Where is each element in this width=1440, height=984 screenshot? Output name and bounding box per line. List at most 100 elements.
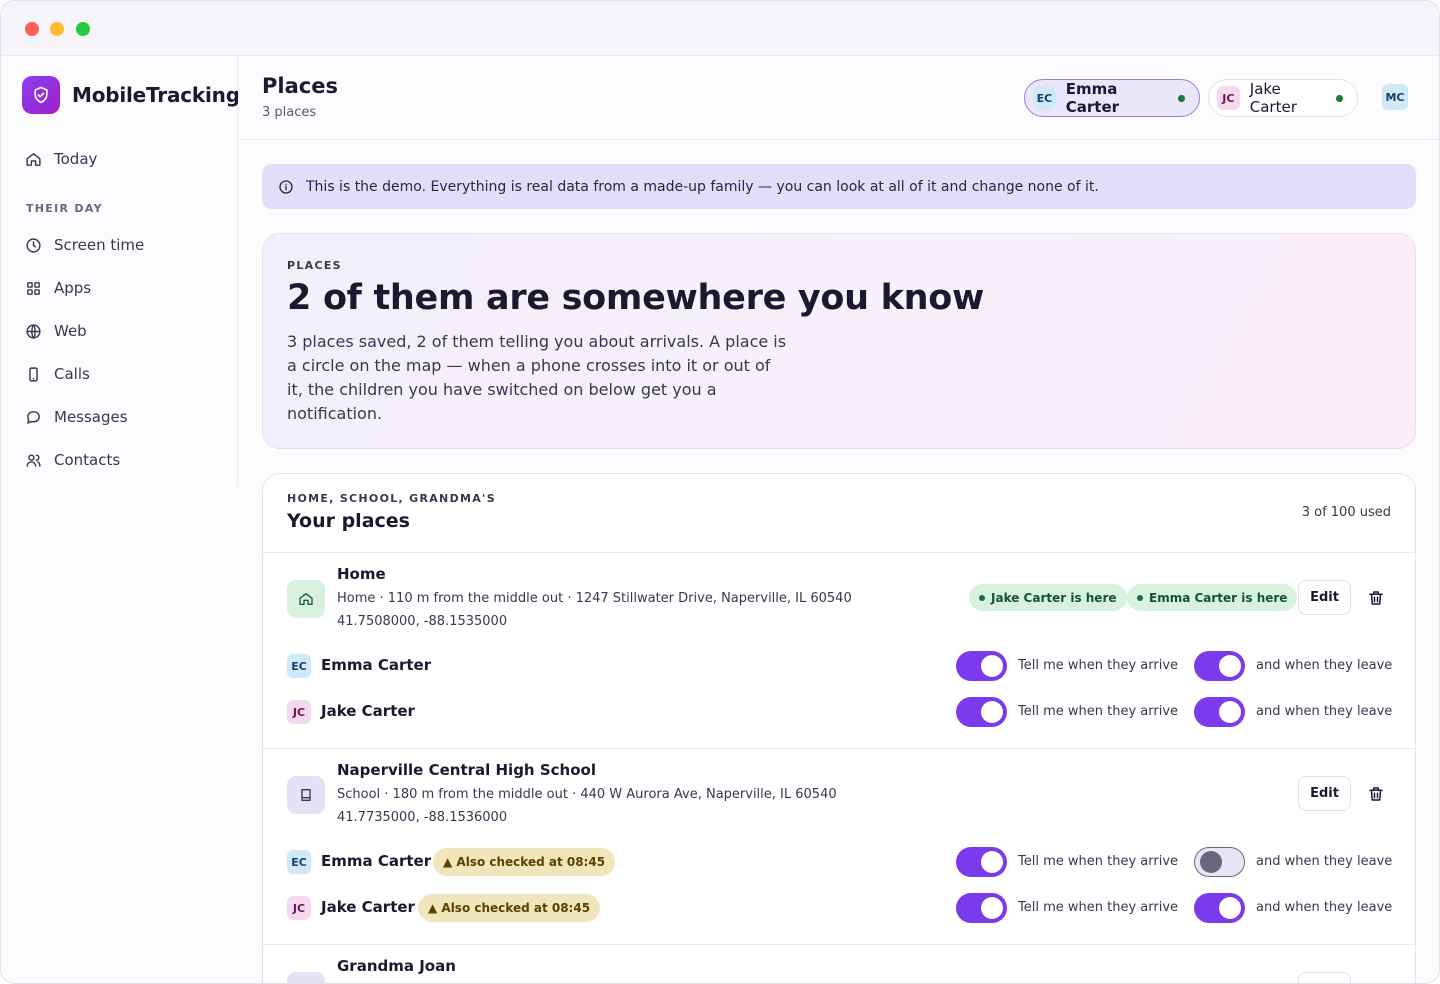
child-row: EC Emma Carter ▲ Also checked at 08:45 T… xyxy=(287,846,1393,878)
arrive-toggle[interactable] xyxy=(956,697,1007,727)
phone-icon xyxy=(29,366,38,382)
leave-toggle[interactable] xyxy=(1194,651,1245,681)
home-icon xyxy=(26,152,41,166)
sidebar: MobileTracking Today THEIR DAY Screen ti… xyxy=(1,56,240,486)
sidebar-item-label: Apps xyxy=(54,279,92,297)
sidebar-item-label: Calls xyxy=(54,365,90,383)
place-home: Home Home · 110 m from the middle out · … xyxy=(263,552,1415,748)
edit-place-button[interactable]: Edit xyxy=(1298,972,1351,983)
hero-title: 2 of them are somewhere you know xyxy=(287,278,985,318)
edit-place-button[interactable]: Edit xyxy=(1298,776,1351,811)
places-usage: 3 of 100 used xyxy=(1301,505,1391,520)
leave-label: and when they leave xyxy=(1256,658,1393,673)
online-status-dot xyxy=(1336,94,1343,102)
brand[interactable]: MobileTracking xyxy=(22,76,240,114)
warning-badge: ▲ Also checked at 08:45 xyxy=(418,894,601,922)
child-row: JC Jake Carter Tell me when they arrive … xyxy=(287,696,1393,728)
page-subtitle: 3 places xyxy=(262,105,317,120)
edit-place-button[interactable]: Edit xyxy=(1298,580,1351,615)
book-icon xyxy=(287,776,325,814)
page-header: Places 3 places EC Emma Carter JC Jake C… xyxy=(238,56,1439,140)
sidebar-item-label: Messages xyxy=(54,408,128,426)
toggle-knob xyxy=(1219,655,1241,677)
title-bar xyxy=(1,1,1439,56)
presence-dot xyxy=(1137,594,1143,601)
avatar: EC xyxy=(287,654,311,678)
arrive-label: Tell me when they arrive xyxy=(1018,658,1179,673)
presence-text: Emma Carter is here xyxy=(1149,590,1288,605)
presence-text: Jake Carter is here xyxy=(991,590,1117,605)
toggle-knob xyxy=(981,655,1003,677)
sidebar-item-label: Web xyxy=(54,322,87,340)
arrive-label: Tell me when they arrive xyxy=(1018,704,1179,719)
minimize-window-button[interactable] xyxy=(50,22,64,36)
online-status-dot xyxy=(1178,94,1185,102)
sidebar-item-apps[interactable]: Apps xyxy=(25,279,91,297)
child-row: JC Jake Carter ▲ Also checked at 08:45 T… xyxy=(287,892,1393,924)
toggle-knob xyxy=(981,897,1003,919)
close-window-button[interactable] xyxy=(25,22,39,36)
toggle-knob xyxy=(1219,897,1241,919)
contacts-icon xyxy=(26,453,41,467)
child-name: Emma Carter xyxy=(321,852,432,870)
toggle-knob xyxy=(1200,851,1222,873)
leave-toggle[interactable] xyxy=(1194,697,1245,727)
page-title: Places xyxy=(262,74,338,98)
place-coords: 41.7735000, -88.1536000 xyxy=(337,810,508,825)
leave-toggle[interactable] xyxy=(1194,893,1245,923)
app-name: MobileTracking xyxy=(72,83,240,107)
trash-icon[interactable] xyxy=(1367,589,1385,607)
place-meta: School · 180 m from the middle out · 440… xyxy=(337,787,837,802)
child-name: Emma Carter xyxy=(321,656,432,674)
places-title: Your places xyxy=(287,510,410,532)
place-coords: 41.7508000, -88.1535000 xyxy=(337,614,508,629)
banner-text: This is the demo. Everything is real dat… xyxy=(306,178,1099,195)
places-eyebrow: HOME, SCHOOL, GRANDMA'S xyxy=(287,492,496,505)
warning-badge: ▲ Also checked at 08:45 xyxy=(433,848,616,876)
person-switch-jake[interactable]: JC Jake Carter xyxy=(1208,79,1358,117)
avatar: JC xyxy=(287,896,311,920)
sidebar-item-screen-time[interactable]: Screen time xyxy=(25,236,144,254)
sidebar-item-web[interactable]: Web xyxy=(25,322,87,340)
arrive-label: Tell me when they arrive xyxy=(1018,854,1179,869)
maximize-window-button[interactable] xyxy=(76,22,90,36)
places-card: HOME, SCHOOL, GRANDMA'S Your places 3 of… xyxy=(262,473,1416,983)
sidebar-section-label: THEIR DAY xyxy=(26,202,103,215)
avatar: EC xyxy=(287,850,311,874)
toggle-knob xyxy=(1219,701,1241,723)
avatar: JC xyxy=(1217,86,1240,110)
arrive-label: Tell me when they arrive xyxy=(1018,900,1179,915)
toggle-knob xyxy=(981,851,1003,873)
leave-toggle[interactable] xyxy=(1194,847,1245,877)
child-row: EC Emma Carter Tell me when they arrive … xyxy=(287,650,1393,682)
sidebar-item-today[interactable]: Today xyxy=(25,150,97,168)
leave-label: and when they leave xyxy=(1256,704,1393,719)
person-switch-emma[interactable]: EC Emma Carter xyxy=(1024,79,1200,117)
message-icon xyxy=(27,410,40,424)
place-name: Grandma Joan xyxy=(337,957,456,975)
sidebar-item-messages[interactable]: Messages xyxy=(25,408,128,426)
place-meta: Home · 110 m from the middle out · 1247 … xyxy=(337,591,852,606)
sidebar-item-contacts[interactable]: Contacts xyxy=(25,451,120,469)
hero-description: 3 places saved, 2 of them telling you ab… xyxy=(287,332,787,423)
person-icon xyxy=(287,972,325,983)
globe-icon xyxy=(26,323,41,339)
leave-label: and when they leave xyxy=(1256,900,1393,915)
toggle-knob xyxy=(981,701,1003,723)
grid-icon xyxy=(27,281,40,295)
child-name: Jake Carter xyxy=(321,702,415,720)
hero-eyebrow: PLACES xyxy=(287,259,342,272)
leave-label: and when they leave xyxy=(1256,854,1393,869)
arrive-toggle[interactable] xyxy=(956,651,1007,681)
arrive-toggle[interactable] xyxy=(956,847,1007,877)
sidebar-item-calls[interactable]: Calls xyxy=(25,365,90,383)
presence-badge: Jake Carter is here xyxy=(969,584,1127,611)
arrive-toggle[interactable] xyxy=(956,893,1007,923)
demo-banner: This is the demo. Everything is real dat… xyxy=(262,164,1416,209)
place-name: Home xyxy=(337,565,386,583)
presence-dot xyxy=(979,594,985,601)
sidebar-item-label: Today xyxy=(54,150,98,168)
hero-card: PLACES 2 of them are somewhere you know … xyxy=(262,233,1416,449)
account-avatar[interactable]: MC xyxy=(1382,84,1408,110)
trash-icon[interactable] xyxy=(1367,785,1385,803)
